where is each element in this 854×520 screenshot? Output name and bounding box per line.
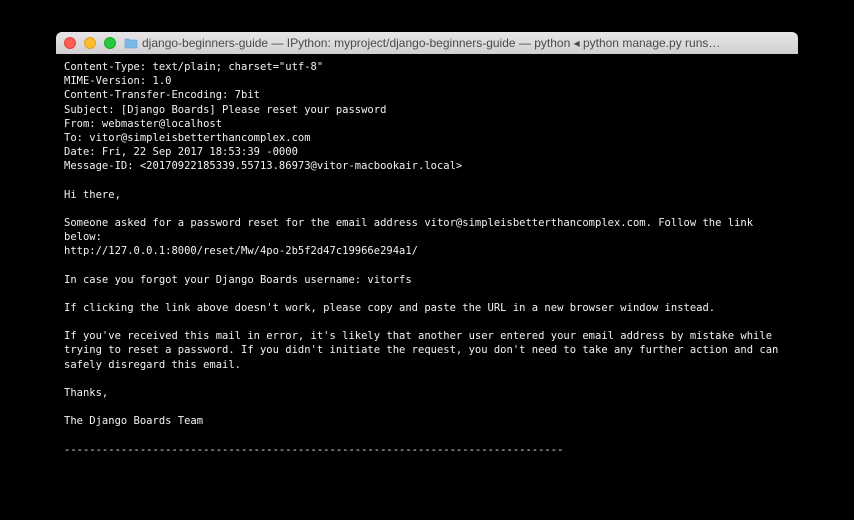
terminal-body[interactable]: Content-Type: text/plain; charset="utf-8…: [56, 54, 798, 488]
folder-icon: [124, 37, 138, 49]
minimize-icon[interactable]: [84, 37, 96, 49]
maximize-icon[interactable]: [104, 37, 116, 49]
window-title: django-beginners-guide — IPython: myproj…: [142, 36, 790, 50]
window-titlebar[interactable]: django-beginners-guide — IPython: myproj…: [56, 32, 798, 54]
traffic-lights: [64, 37, 116, 49]
close-icon[interactable]: [64, 37, 76, 49]
terminal-output: Content-Type: text/plain; charset="utf-8…: [64, 60, 790, 457]
terminal-window: django-beginners-guide — IPython: myproj…: [56, 32, 798, 488]
